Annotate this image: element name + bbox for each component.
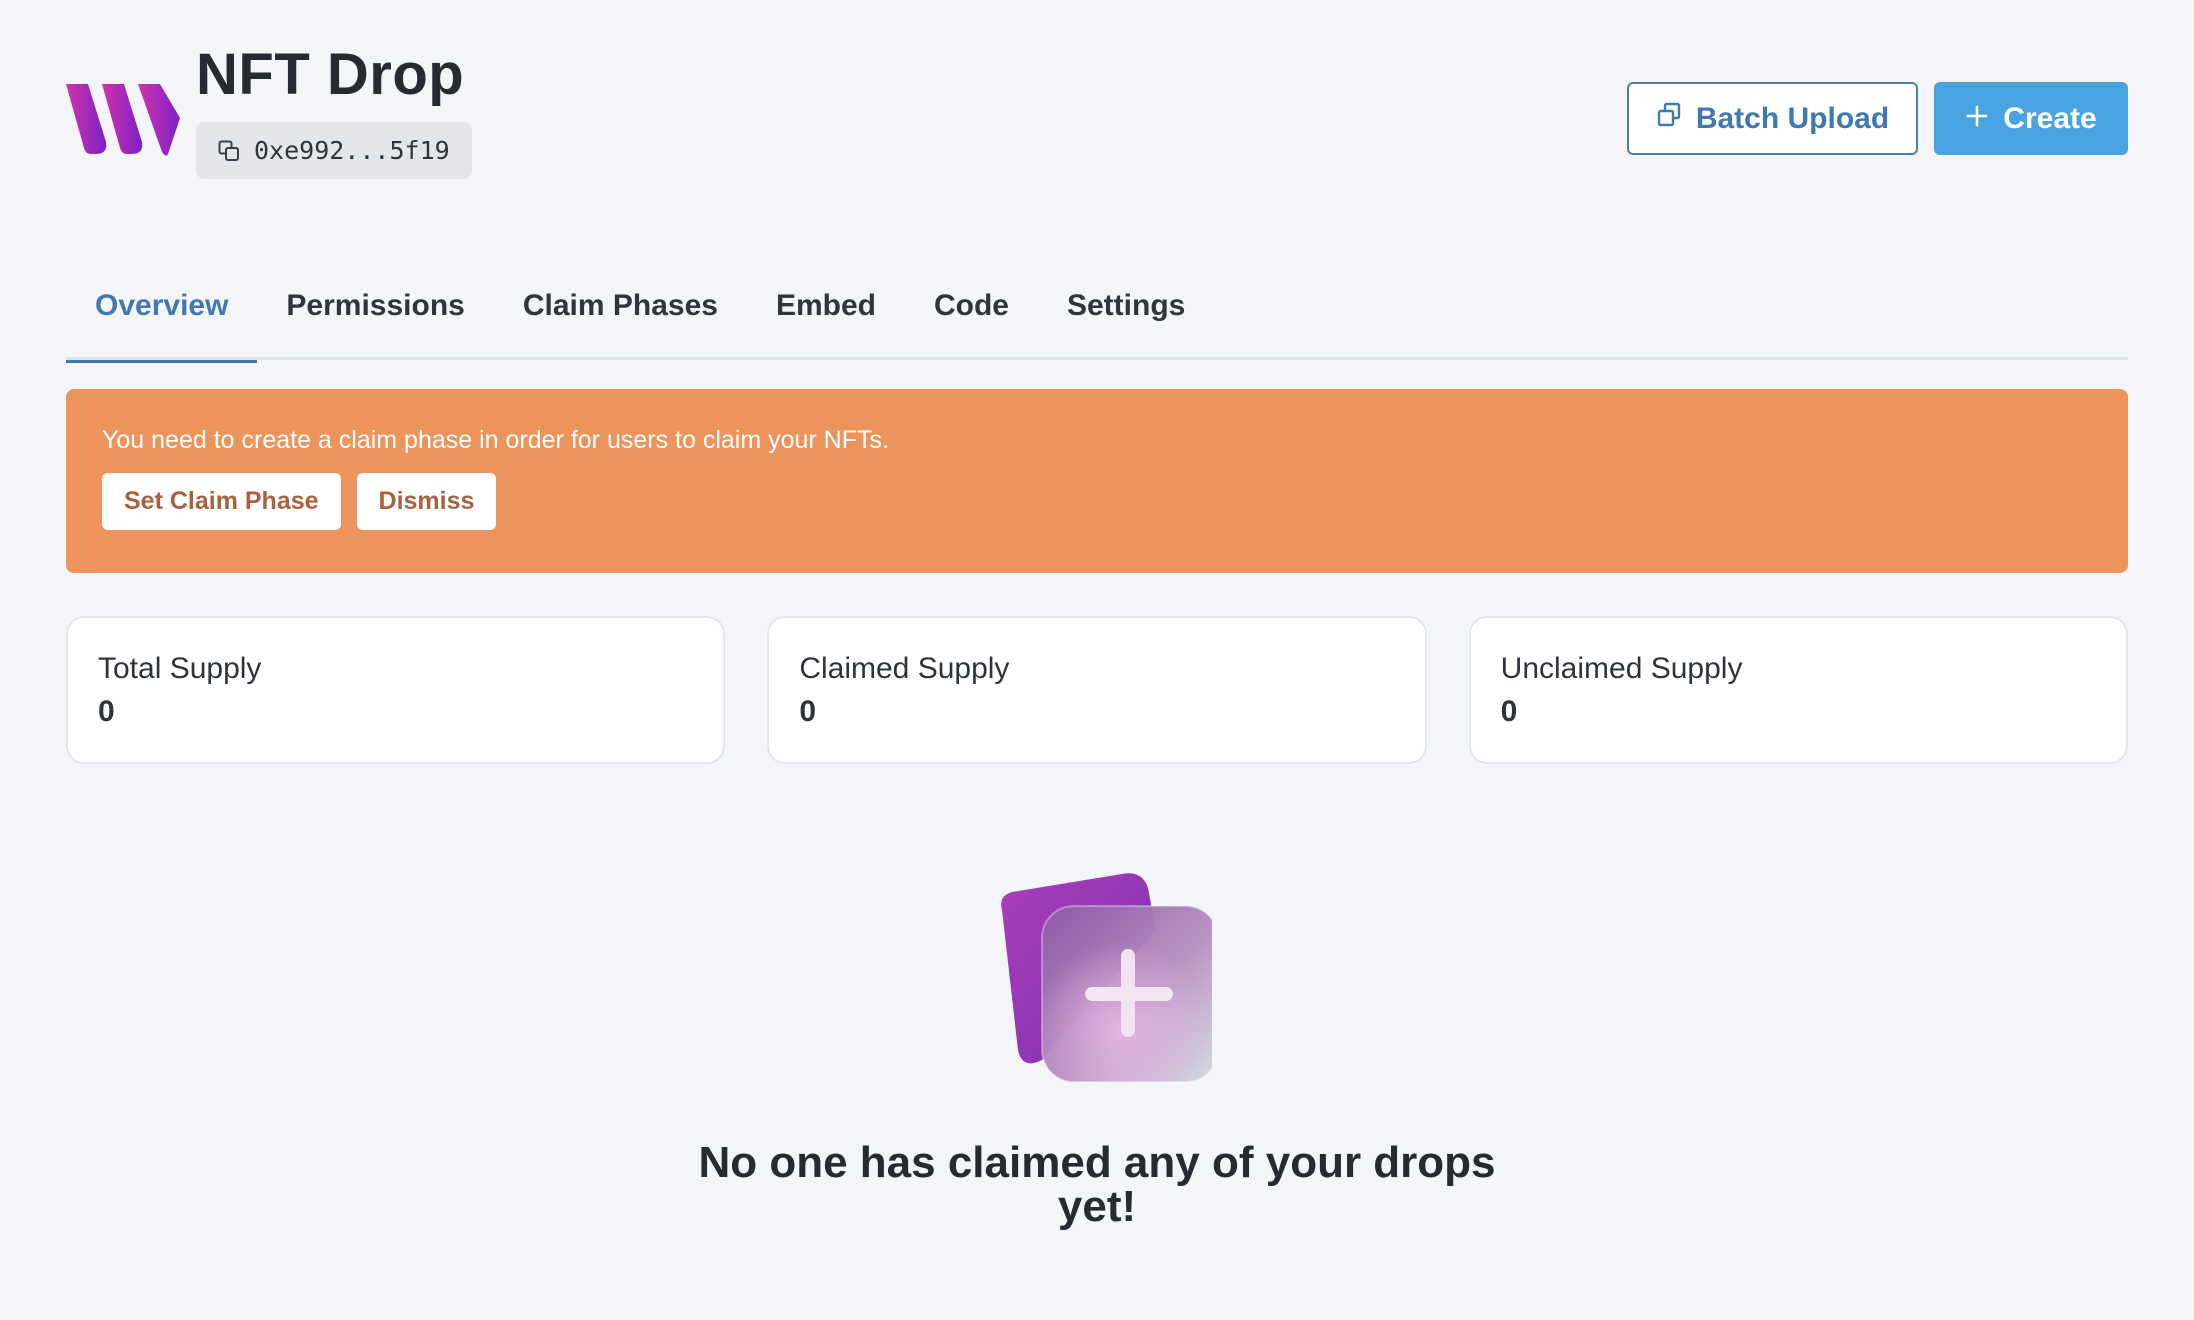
claim-phase-alert: You need to create a claim phase in orde… — [66, 389, 2128, 573]
tab-claim-phases[interactable]: Claim Phases — [494, 256, 747, 360]
alert-message: You need to create a claim phase in orde… — [102, 426, 889, 454]
empty-state: No one has claimed any of your drops yet… — [0, 870, 2194, 1229]
create-label: Create — [2003, 101, 2097, 135]
stat-card-total-supply: Total Supply 0 — [66, 616, 726, 764]
tab-permissions[interactable]: Permissions — [257, 256, 493, 360]
stat-card-unclaimed-supply: Unclaimed Supply 0 — [1468, 616, 2128, 764]
tab-bar: Overview Permissions Claim Phases Embed … — [66, 256, 2128, 363]
title-block: NFT Drop 0xe992...5f19 — [196, 40, 472, 179]
stat-label: Claimed Supply — [799, 652, 1010, 685]
page-title: NFT Drop — [196, 42, 465, 107]
supply-stats: Total Supply 0 Claimed Supply 0 Unclaime… — [66, 616, 2128, 764]
tab-overview[interactable]: Overview — [66, 256, 258, 363]
duplicate-icon — [1656, 102, 1682, 136]
tab-code[interactable]: Code — [905, 256, 1038, 360]
copy-icon — [218, 140, 240, 162]
tab-embed[interactable]: Embed — [747, 256, 905, 360]
stat-value: 0 — [1500, 695, 1518, 728]
contract-address: 0xe992...5f19 — [254, 136, 450, 165]
stat-label: Total Supply — [98, 652, 262, 685]
stat-label: Unclaimed Supply — [1500, 652, 1743, 685]
dismiss-button[interactable]: Dismiss — [356, 473, 497, 530]
add-card-illustration — [1001, 873, 1219, 1083]
brand-logo-icon — [66, 84, 180, 156]
create-button[interactable]: Create — [1934, 82, 2128, 155]
stat-value: 0 — [98, 695, 115, 728]
header-actions: Batch Upload Create — [1627, 82, 2128, 155]
batch-upload-label: Batch Upload — [1695, 101, 1890, 135]
stat-card-claimed-supply: Claimed Supply 0 — [767, 616, 1427, 764]
tab-settings[interactable]: Settings — [1038, 256, 1214, 360]
batch-upload-button[interactable]: Batch Upload — [1627, 82, 1918, 155]
empty-state-title: No one has claimed any of your drops yet… — [698, 1138, 1496, 1231]
set-claim-phase-button[interactable]: Set Claim Phase — [102, 473, 341, 530]
nft-drop-page: NFT Drop 0xe992...5f19 Batch Upload Crea… — [0, 0, 2194, 1320]
contract-address-chip[interactable]: 0xe992...5f19 — [196, 122, 472, 179]
page-header: NFT Drop 0xe992...5f19 Batch Upload Crea… — [66, 0, 2128, 210]
plus-icon — [1965, 102, 1989, 136]
alert-actions: Set Claim Phase Dismiss — [102, 473, 2092, 530]
stat-value: 0 — [799, 695, 817, 728]
